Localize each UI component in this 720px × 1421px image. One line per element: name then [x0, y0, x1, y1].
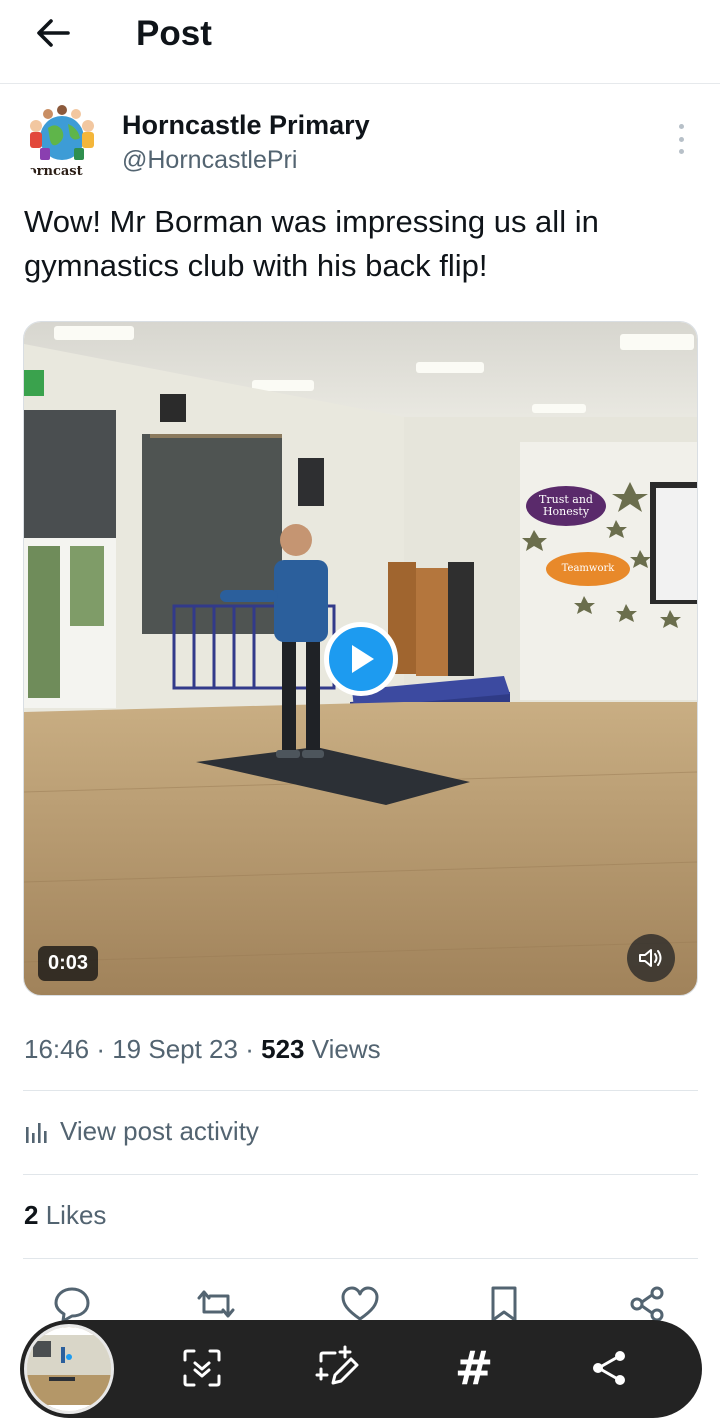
author-handle[interactable]: @HorncastlePri [122, 146, 297, 175]
analytics-icon [24, 1121, 48, 1143]
video-player[interactable]: Trust and Honesty Teamwork 0:03 [23, 321, 698, 996]
likes-label: Likes [45, 1200, 107, 1230]
divider [23, 1090, 698, 1091]
hashtag-icon[interactable]: # [448, 1342, 500, 1394]
volume-icon[interactable] [627, 934, 675, 982]
likes-count[interactable]: 2 Likes [24, 1200, 106, 1231]
activity-label: View post activity [60, 1116, 259, 1146]
screenshot-toolbar: # [20, 1320, 702, 1418]
meta-separator: · [245, 1034, 262, 1064]
likes-number: 2 [24, 1200, 39, 1230]
view-post-activity[interactable]: View post activity [24, 1116, 259, 1147]
post-author: orncast Horncastle Primary @HorncastlePr… [22, 104, 698, 188]
views-label: Views [311, 1034, 381, 1064]
play-icon[interactable] [324, 622, 398, 696]
more-options-icon[interactable] [668, 124, 694, 154]
author-name[interactable]: Horncastle Primary [122, 110, 370, 141]
wall-sign-teamwork: Teamwork [561, 563, 615, 574]
page-title: Post [136, 14, 212, 53]
hashtag-label: # [454, 1341, 494, 1395]
scan-icon[interactable] [176, 1342, 228, 1394]
post-time: 16:46 [24, 1034, 90, 1064]
top-bar: Post [0, 0, 720, 84]
wall-sign-trust: Trust and Honesty [539, 493, 593, 518]
share-screenshot-icon[interactable] [584, 1342, 636, 1394]
avatar[interactable]: orncast [22, 104, 102, 184]
back-arrow-icon[interactable] [30, 10, 76, 56]
screenshot-thumbnail[interactable] [24, 1324, 114, 1414]
divider [23, 1174, 698, 1175]
meta-separator: · [96, 1034, 113, 1064]
edit-icon[interactable] [312, 1342, 364, 1394]
post-meta: 16:46 · 19 Sept 23 · 523 Views [24, 1034, 381, 1065]
post-date: 19 Sept 23 [112, 1034, 238, 1064]
divider [23, 1258, 698, 1259]
video-duration: 0:03 [38, 946, 99, 981]
avatar-logo-text: orncast [28, 164, 83, 179]
post-text: Wow! Mr Borman was impressing us all in … [24, 204, 599, 283]
views-count: 523 [261, 1034, 305, 1064]
